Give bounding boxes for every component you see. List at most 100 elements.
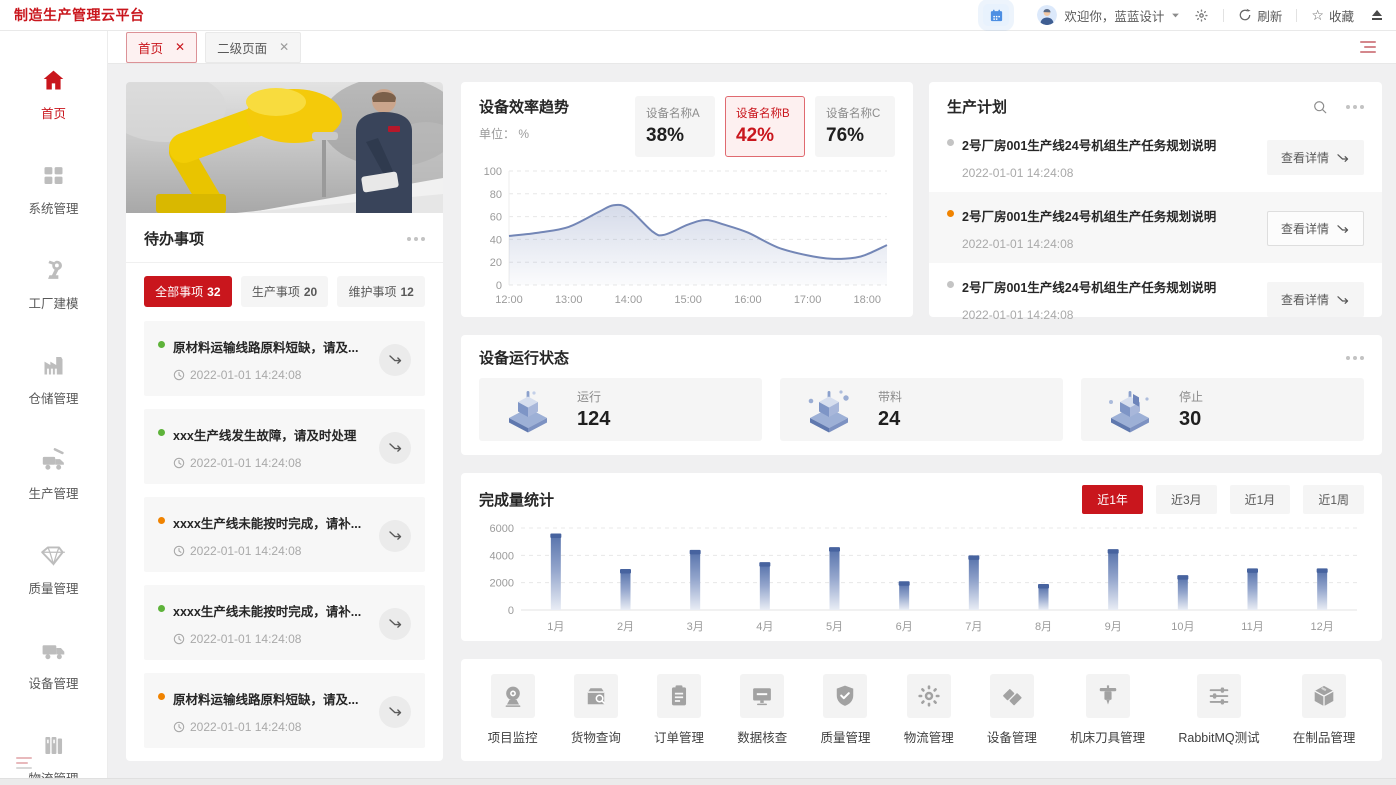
view-detail-button[interactable]: 查看详情	[1266, 140, 1364, 175]
todo-item-body: 原材料运输线路原料短缺，请及... 2022-01-01 14:24:08	[173, 689, 371, 734]
quick-link-1[interactable]: 项目监控	[488, 674, 538, 746]
device-value: 42%	[736, 125, 775, 146]
modules-icon	[44, 167, 63, 184]
quick-link-label: 项目监控	[487, 731, 538, 745]
status-panel: 设备运行状态 运行 124 带料 24 停止 30	[461, 335, 1382, 455]
status-card-1: 运行 124	[479, 378, 762, 441]
wings-icon	[1003, 689, 1022, 706]
todo-item-5: 原材料运输线路原料短缺，请及... 2022-01-01 14:24:08	[144, 673, 425, 748]
todo-header: 待办事项	[126, 213, 443, 262]
crane-truck-icon	[42, 448, 64, 470]
chevron-down-icon	[1171, 6, 1180, 24]
machine-loaded-icon	[808, 389, 849, 432]
device-card-2[interactable]: 设备名称B 42%	[725, 96, 805, 157]
svg-text:9月: 9月	[1105, 621, 1122, 633]
sidebar-item-4[interactable]: 仓储管理	[22, 352, 85, 407]
range-button-4[interactable]: 近1周	[1303, 485, 1364, 514]
machine-stopped-icon	[1109, 390, 1149, 432]
quick-link-8[interactable]: 机床刀具管理	[1070, 674, 1145, 746]
calendar-button[interactable]	[983, 4, 1010, 26]
sidebar-item-2[interactable]: 系统管理	[22, 162, 85, 217]
quick-link-3[interactable]: 订单管理	[654, 674, 704, 746]
todo-item-4: xxxx生产线未能按时完成，请补... 2022-01-01 14:24:08	[144, 585, 425, 660]
svg-text:7月: 7月	[965, 621, 982, 633]
sidebar-item-6[interactable]: 质量管理	[22, 542, 85, 597]
status-cards: 运行 124 带料 24 停止 30	[479, 378, 1364, 441]
tab-list-icon[interactable]	[1360, 41, 1376, 53]
sidebar-item-5[interactable]: 生产管理	[22, 447, 85, 502]
close-icon[interactable]: ✕	[279, 40, 289, 54]
quick-link-4[interactable]: 数据核查	[737, 674, 787, 746]
tab-1[interactable]: 首页 ✕	[126, 31, 198, 63]
quick-link-icon-box	[1302, 674, 1347, 718]
svg-text:6月: 6月	[896, 621, 913, 633]
todo-go-button[interactable]	[379, 431, 411, 464]
more-icon[interactable]	[407, 233, 425, 245]
todo-filter-2[interactable]: 生产事项 20	[240, 276, 329, 307]
sidebar-item-label: 质量管理	[28, 582, 79, 596]
tab-2[interactable]: 二级页面 ✕	[205, 31, 302, 63]
sidebar-item-1[interactable]: 首页	[22, 67, 85, 122]
sidebar-collapse-icon[interactable]	[16, 757, 32, 769]
device-name: 设备名称C	[826, 108, 881, 120]
quick-link-6[interactable]: 物流管理	[904, 674, 954, 746]
collapse-header-icon[interactable]	[1372, 10, 1382, 20]
quick-link-2[interactable]: 货物查询	[571, 674, 621, 746]
close-icon[interactable]: ✕	[175, 40, 185, 54]
efficiency-header: 设备效率趋势 单位： % 设备名称A 38% 设备名称B 42% 设备名称C 76%	[479, 96, 895, 157]
refresh-label: 刷新	[1257, 9, 1283, 24]
horizontal-scrollbar[interactable]	[0, 778, 1396, 785]
range-button-2[interactable]: 近3月	[1155, 485, 1217, 514]
todo-filter-1[interactable]: 全部事项 32	[144, 276, 232, 307]
todo-item-time: 2022-01-01 14:24:08	[173, 720, 371, 734]
welcome-text: 欢迎你，蓝蓝设计	[1064, 9, 1165, 24]
search-icon[interactable]	[1312, 99, 1328, 115]
quick-link-label: 机床刀具管理	[1070, 731, 1146, 745]
view-detail-button[interactable]: 查看详情	[1266, 211, 1364, 246]
quick-link-label: 数据核查	[737, 731, 788, 745]
quick-link-label: RabbitMQ测试	[1178, 731, 1260, 745]
device-card-3[interactable]: 设备名称C 76%	[815, 96, 895, 157]
delivery-truck-icon	[42, 645, 65, 660]
status-dot	[158, 605, 165, 612]
todo-filter-3[interactable]: 维护事项 12	[337, 276, 426, 307]
quick-link-9[interactable]: RabbitMQ测试	[1178, 674, 1260, 746]
view-detail-button[interactable]: 查看详情	[1266, 282, 1364, 317]
clock-icon	[173, 633, 185, 645]
more-icon[interactable]	[1346, 101, 1364, 113]
todo-go-button[interactable]	[379, 343, 411, 376]
status-header: 设备运行状态	[479, 347, 1364, 368]
todo-go-button[interactable]	[379, 695, 411, 728]
user-menu[interactable]: 欢迎你，蓝蓝设计	[1037, 5, 1180, 25]
range-button-1[interactable]: 近1年	[1082, 485, 1143, 514]
svg-text:15:00: 15:00	[674, 294, 702, 306]
factory-photo	[126, 82, 443, 213]
status-card-body: 停止 30	[1179, 388, 1203, 431]
sidebar-item-7[interactable]: 设备管理	[22, 637, 85, 692]
completion-panel: 完成量统计 近1年 近3月 近1月 近1周 0 2000 4000 6000 1月 2月 3月 4月…	[461, 473, 1382, 641]
todo-item-text: 原材料运输线路原料短缺，请及...	[173, 693, 359, 707]
plan-header-icons	[1312, 99, 1364, 115]
more-icon[interactable]	[1346, 352, 1364, 364]
favorite-button[interactable]: ☆ 收藏	[1311, 6, 1354, 25]
svg-text:2月: 2月	[617, 621, 634, 633]
sidebar-nav: 首页系统管理工厂建模仓储管理生产管理质量管理设备管理物流管理可视化设计	[0, 31, 108, 785]
refresh-button[interactable]: 刷新	[1238, 6, 1282, 25]
todo-item-text: 原材料运输线路原料短缺，请及...	[173, 341, 359, 355]
quick-link-10[interactable]: 在制品管理	[1293, 674, 1355, 746]
quick-link-5[interactable]: 质量管理	[820, 674, 870, 746]
go-arrow-icon	[388, 443, 401, 452]
todo-go-button[interactable]	[379, 607, 411, 640]
todo-filters: 全部事项 32 生产事项 20 维护事项 12	[126, 263, 443, 321]
plan-item-body: 2号厂房001生产线24号机组生产任务规划说明 2022-01-01 14:24:…	[962, 206, 1257, 251]
header-actions: 欢迎你，蓝蓝设计 刷新 ☆ 收藏	[983, 4, 1382, 26]
quick-link-icon-box	[573, 674, 618, 718]
sidebar-item-3[interactable]: 工厂建模	[22, 257, 85, 312]
status-card-body: 运行 124	[577, 388, 610, 431]
range-button-3[interactable]: 近1月	[1229, 485, 1291, 514]
quick-link-7[interactable]: 设备管理	[987, 674, 1037, 746]
todo-go-button[interactable]	[379, 519, 411, 552]
gear-icon[interactable]	[1194, 8, 1209, 23]
go-arrow-icon	[388, 619, 401, 628]
device-card-1[interactable]: 设备名称A 38%	[635, 96, 715, 157]
